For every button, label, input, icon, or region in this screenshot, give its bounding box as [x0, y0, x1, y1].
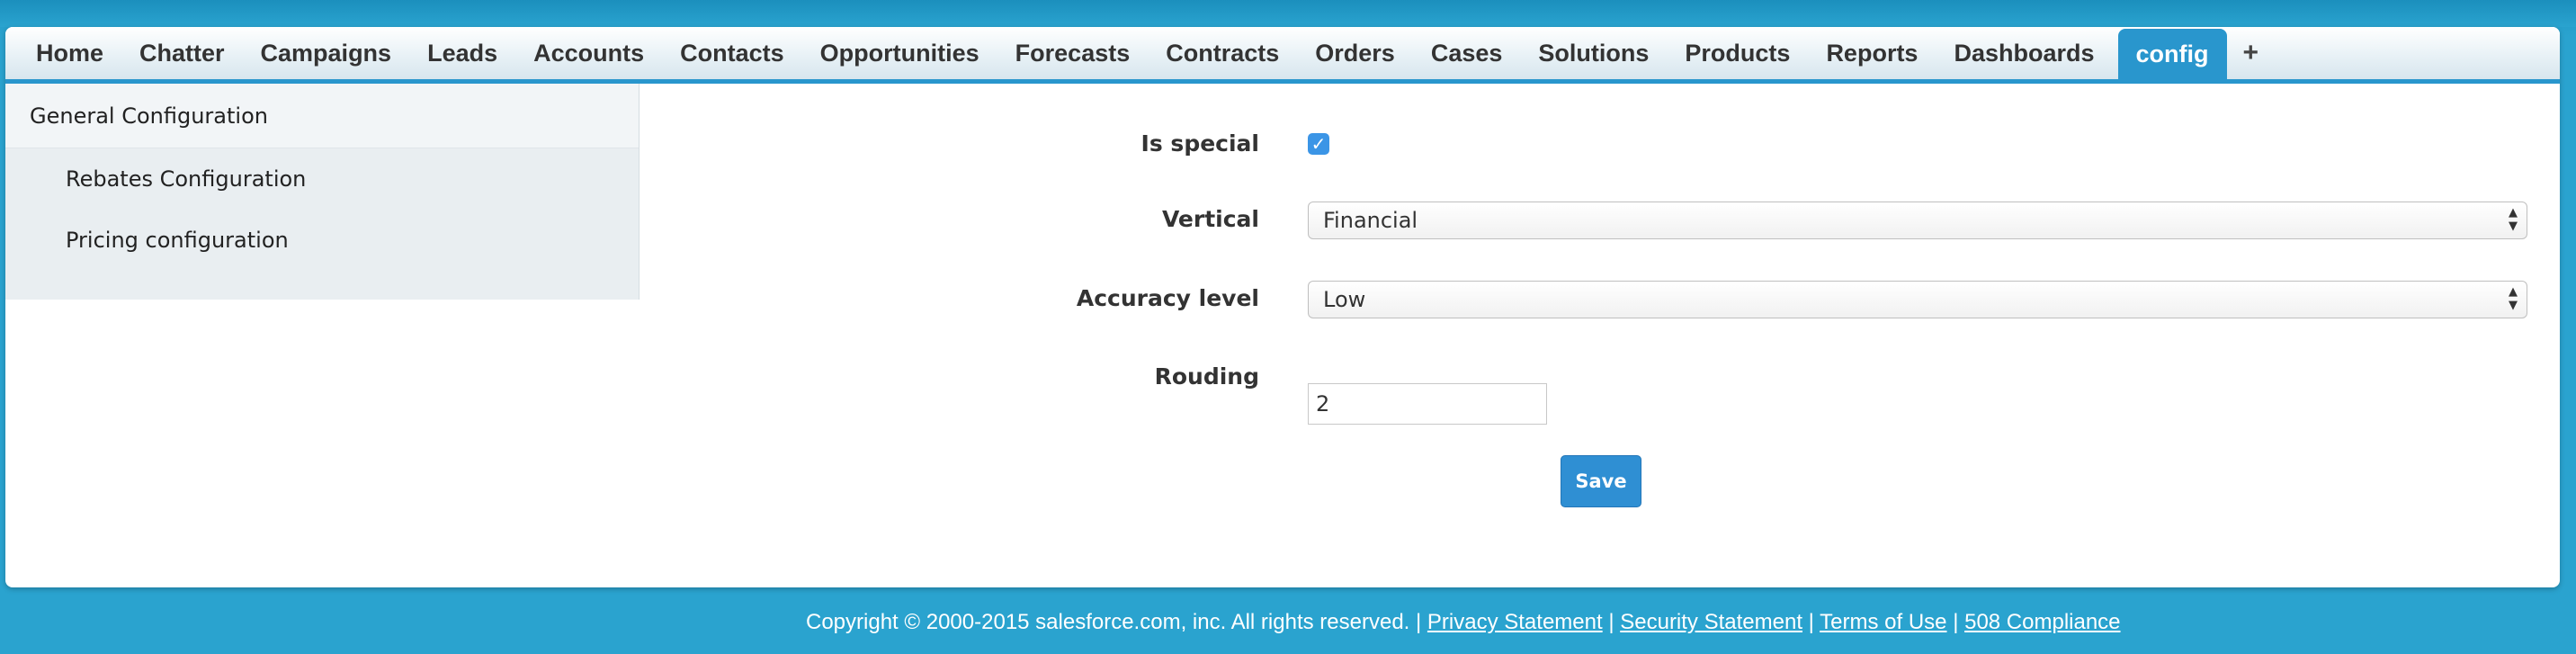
select-arrows-icon: ▲ ▼ — [2509, 206, 2518, 233]
footer-separator: | — [1953, 610, 1959, 634]
vertical-label: Vertical — [1161, 206, 1259, 232]
tab-forecasts[interactable]: Forecasts — [997, 27, 1149, 79]
tab-opportunities[interactable]: Opportunities — [802, 27, 997, 79]
tab-contacts[interactable]: Contacts — [662, 27, 802, 79]
check-icon: ✓ — [1310, 133, 1327, 155]
tab-products[interactable]: Products — [1667, 27, 1808, 79]
tab-home[interactable]: Home — [18, 27, 121, 79]
vertical-select[interactable]: Financial ▲ ▼ — [1308, 202, 2527, 239]
vertical-select-value: Financial — [1323, 208, 1418, 233]
select-arrows-icon: ▲ ▼ — [2509, 285, 2518, 312]
tab-cases[interactable]: Cases — [1413, 27, 1521, 79]
accuracy-level-label: Accuracy level — [1076, 285, 1259, 311]
top-strip — [0, 0, 2576, 27]
tab-accounts[interactable]: Accounts — [515, 27, 662, 79]
config-form: Is special ✓ Vertical Financial ▲ ▼ Accur… — [5, 84, 2560, 533]
tab-bar: Home Chatter Campaigns Leads Accounts Co… — [5, 27, 2560, 84]
terms-of-use-link[interactable]: Terms of Use — [1820, 610, 1946, 634]
is-special-label: Is special — [1140, 130, 1259, 157]
tab-leads[interactable]: Leads — [409, 27, 515, 79]
privacy-statement-link[interactable]: Privacy Statement — [1427, 610, 1603, 634]
rounding-label: Rouding — [1154, 363, 1259, 390]
footer-separator: | — [1808, 610, 1814, 634]
tab-dashboards[interactable]: Dashboards — [1936, 27, 2112, 79]
copyright-text: Copyright © 2000-2015 salesforce.com, in… — [806, 610, 1422, 634]
tab-chatter[interactable]: Chatter — [121, 27, 243, 79]
save-button[interactable]: Save — [1561, 455, 1641, 507]
tab-campaigns[interactable]: Campaigns — [243, 27, 410, 79]
footer-separator: | — [1608, 610, 1614, 634]
tab-reports[interactable]: Reports — [1808, 27, 1936, 79]
security-statement-link[interactable]: Security Statement — [1620, 610, 1802, 634]
accuracy-level-select[interactable]: Low ▲ ▼ — [1308, 281, 2527, 318]
508-compliance-link[interactable]: 508 Compliance — [1964, 610, 2120, 634]
tab-orders[interactable]: Orders — [1297, 27, 1413, 79]
is-special-checkbox[interactable]: ✓ — [1308, 133, 1329, 155]
rounding-input[interactable]: 2 — [1308, 383, 1547, 425]
tab-contracts[interactable]: Contracts — [1148, 27, 1297, 79]
accuracy-level-select-value: Low — [1323, 287, 1366, 312]
tab-solutions[interactable]: Solutions — [1520, 27, 1667, 79]
add-tab-icon[interactable]: + — [2227, 27, 2276, 79]
tab-config[interactable]: config — [2117, 29, 2227, 79]
main-frame: Home Chatter Campaigns Leads Accounts Co… — [5, 27, 2560, 587]
